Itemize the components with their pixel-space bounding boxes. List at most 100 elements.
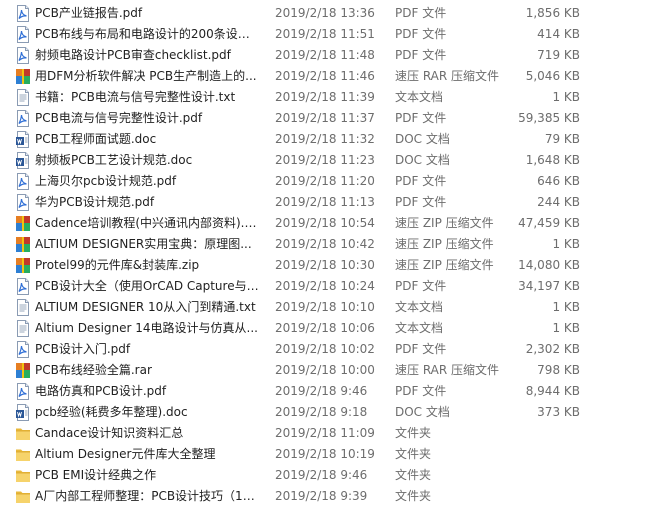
file-row[interactable]: ALTIUM DESIGNER 10从入门到精通.txt 2019/2/18 10…	[0, 297, 666, 318]
file-row[interactable]: pcb经验(耗费多年整理).doc 2019/2/18 9:18 DOC 文档 373…	[0, 402, 666, 423]
file-row[interactable]: 射频板PCB工艺设计规范.doc 2019/2/18 11:23 DOC 文档 1,6…	[0, 150, 666, 171]
file-name: Altium Designer元件库大全整理	[35, 447, 216, 461]
file-type: DOC 文档	[395, 132, 450, 146]
file-row[interactable]: Altium Designer元件库大全整理 2019/2/18 10:19 文件夹	[0, 444, 666, 465]
file-type: PDF 文件	[395, 27, 447, 41]
file-name: 电路仿真和PCB设计.pdf	[35, 384, 167, 398]
file-date-modified: 2019/2/18 11:23	[275, 153, 375, 167]
file-row[interactable]: 书籍：PCB电流与信号完整性设计.txt 2019/2/18 11:39 文本文档 1…	[0, 87, 666, 108]
file-row[interactable]: ALTIUM DESIGNER实用宝典：原理图... 2019/2/18 10:4…	[0, 234, 666, 255]
file-type: PDF 文件	[395, 195, 447, 209]
file-row[interactable]: 电路仿真和PCB设计.pdf 2019/2/18 9:46 PDF 文件 8,944 …	[0, 381, 666, 402]
file-date-modified: 2019/2/18 9:39	[275, 489, 368, 503]
file-row[interactable]: Cadence培训教程(中兴通讯内部资料).zip 2019/2/18 10:54…	[0, 213, 666, 234]
file-name: 书籍：PCB电流与信号完整性设计.txt	[35, 90, 236, 104]
file-size: 1 KB	[552, 300, 580, 314]
pdf-icon	[15, 26, 31, 43]
doc-icon	[15, 131, 31, 148]
txt-icon	[15, 299, 31, 316]
file-row[interactable]: PCB布线与布局和电路设计的200条设计... 2019/2/18 11:51 PD…	[0, 24, 666, 45]
file-list: PCB产业链报告.pdf 2019/2/18 13:36 PDF 文件 1,856 K…	[0, 0, 666, 520]
folder-icon	[15, 446, 31, 463]
file-size: 646 KB	[537, 174, 580, 188]
file-row[interactable]: A厂内部工程师整理：PCB设计技巧（11... 2019/2/18 9:39 文件夹	[0, 486, 666, 507]
file-row[interactable]: PCB设计入门.pdf 2019/2/18 10:02 PDF 文件 2,302 KB	[0, 339, 666, 360]
folder-icon	[15, 488, 31, 505]
pdf-icon	[15, 5, 31, 22]
file-name: 上海贝尔pcb设计规范.pdf	[35, 174, 177, 188]
file-date-modified: 2019/2/18 9:18	[275, 405, 368, 419]
file-date-modified: 2019/2/18 11:51	[275, 27, 375, 41]
folder-icon	[15, 467, 31, 484]
file-row[interactable]: PCB设计大全（使用OrCAD Capture与P... 2019/2/18 10…	[0, 276, 666, 297]
file-type: PDF 文件	[395, 6, 447, 20]
txt-icon	[15, 89, 31, 106]
file-type: 文件夹	[395, 447, 432, 461]
file-row[interactable]: PCB产业链报告.pdf 2019/2/18 13:36 PDF 文件 1,856 K…	[0, 3, 666, 24]
file-name: PCB布线经验全篇.rar	[35, 363, 152, 377]
file-name: pcb经验(耗费多年整理).doc	[35, 405, 188, 419]
file-size: 8,944 KB	[525, 384, 580, 398]
folder-icon	[15, 425, 31, 442]
file-type: PDF 文件	[395, 48, 447, 62]
file-type: 文件夹	[395, 426, 432, 440]
file-row[interactable]: PCB工程师面试题.doc 2019/2/18 11:32 DOC 文档 79 KB	[0, 129, 666, 150]
file-row[interactable]: Protel99的元件库&封装库.zip 2019/2/18 10:30 速压 ZI…	[0, 255, 666, 276]
file-size: 59,385 KB	[518, 111, 580, 125]
file-date-modified: 2019/2/18 11:13	[275, 195, 375, 209]
file-name: 用DFM分析软件解决 PCB生产制造上的...	[35, 69, 257, 83]
file-name: PCB设计入门.pdf	[35, 342, 131, 356]
file-size: 719 KB	[537, 48, 580, 62]
file-date-modified: 2019/2/18 10:24	[275, 279, 375, 293]
file-size: 373 KB	[537, 405, 580, 419]
file-row[interactable]: 用DFM分析软件解决 PCB生产制造上的... 2019/2/18 11:46 速压…	[0, 66, 666, 87]
file-size: 1 KB	[552, 237, 580, 251]
file-date-modified: 2019/2/18 11:09	[275, 426, 375, 440]
file-name: ALTIUM DESIGNER实用宝典：原理图...	[35, 237, 252, 251]
zip-icon	[15, 257, 31, 274]
file-date-modified: 2019/2/18 10:06	[275, 321, 375, 335]
file-size: 1,648 KB	[525, 153, 580, 167]
file-row[interactable]: Candace设计知识资料汇总 2019/2/18 11:09 文件夹	[0, 423, 666, 444]
file-type: DOC 文档	[395, 153, 450, 167]
file-date-modified: 2019/2/18 11:32	[275, 132, 375, 146]
file-row[interactable]: 射频电路设计PCB审查checklist.pdf 2019/2/18 11:48 P…	[0, 45, 666, 66]
file-date-modified: 2019/2/18 10:42	[275, 237, 375, 251]
pdf-icon	[15, 110, 31, 127]
file-name: 射频板PCB工艺设计规范.doc	[35, 153, 193, 167]
file-name: A厂内部工程师整理：PCB设计技巧（11...	[35, 489, 260, 503]
file-type: 文件夹	[395, 468, 432, 482]
file-type: PDF 文件	[395, 384, 447, 398]
file-row[interactable]: PCB电流与信号完整性设计.pdf 2019/2/18 11:37 PDF 文件 59…	[0, 108, 666, 129]
file-date-modified: 2019/2/18 9:46	[275, 468, 368, 482]
pdf-icon	[15, 47, 31, 64]
file-type: 文件夹	[395, 489, 432, 503]
file-name: 射频电路设计PCB审查checklist.pdf	[35, 48, 231, 62]
file-date-modified: 2019/2/18 11:20	[275, 174, 375, 188]
file-size: 34,197 KB	[518, 279, 580, 293]
file-size: 414 KB	[537, 27, 580, 41]
file-name: Protel99的元件库&封装库.zip	[35, 258, 200, 272]
zip-icon	[15, 215, 31, 232]
txt-icon	[15, 320, 31, 337]
file-date-modified: 2019/2/18 10:54	[275, 216, 375, 230]
file-row[interactable]: PCB EMI设计经典之作 2019/2/18 9:46 文件夹	[0, 465, 666, 486]
file-date-modified: 2019/2/18 10:19	[275, 447, 375, 461]
file-row[interactable]: 华为PCB设计规范.pdf 2019/2/18 11:13 PDF 文件 244 KB	[0, 192, 666, 213]
file-name: PCB产业链报告.pdf	[35, 6, 143, 20]
file-date-modified: 2019/2/18 10:30	[275, 258, 375, 272]
file-type: 速压 RAR 压缩文件	[395, 69, 500, 83]
file-name: PCB电流与信号完整性设计.pdf	[35, 111, 203, 125]
file-size: 47,459 KB	[518, 216, 580, 230]
file-size: 2,302 KB	[525, 342, 580, 356]
pdf-icon	[15, 194, 31, 211]
file-row[interactable]: PCB布线经验全篇.rar 2019/2/18 10:00 速压 RAR 压缩文件 7…	[0, 360, 666, 381]
file-date-modified: 2019/2/18 11:37	[275, 111, 375, 125]
file-name: ALTIUM DESIGNER 10从入门到精通.txt	[35, 300, 256, 314]
file-name: Cadence培训教程(中兴通讯内部资料).zip	[35, 216, 260, 230]
file-row[interactable]: Altium Designer 14电路设计与仿真从... 2019/2/18 1…	[0, 318, 666, 339]
file-size: 1,856 KB	[525, 6, 580, 20]
file-row[interactable]: 上海贝尔pcb设计规范.pdf 2019/2/18 11:20 PDF 文件 646 …	[0, 171, 666, 192]
file-name: 华为PCB设计规范.pdf	[35, 195, 155, 209]
file-date-modified: 2019/2/18 10:10	[275, 300, 375, 314]
